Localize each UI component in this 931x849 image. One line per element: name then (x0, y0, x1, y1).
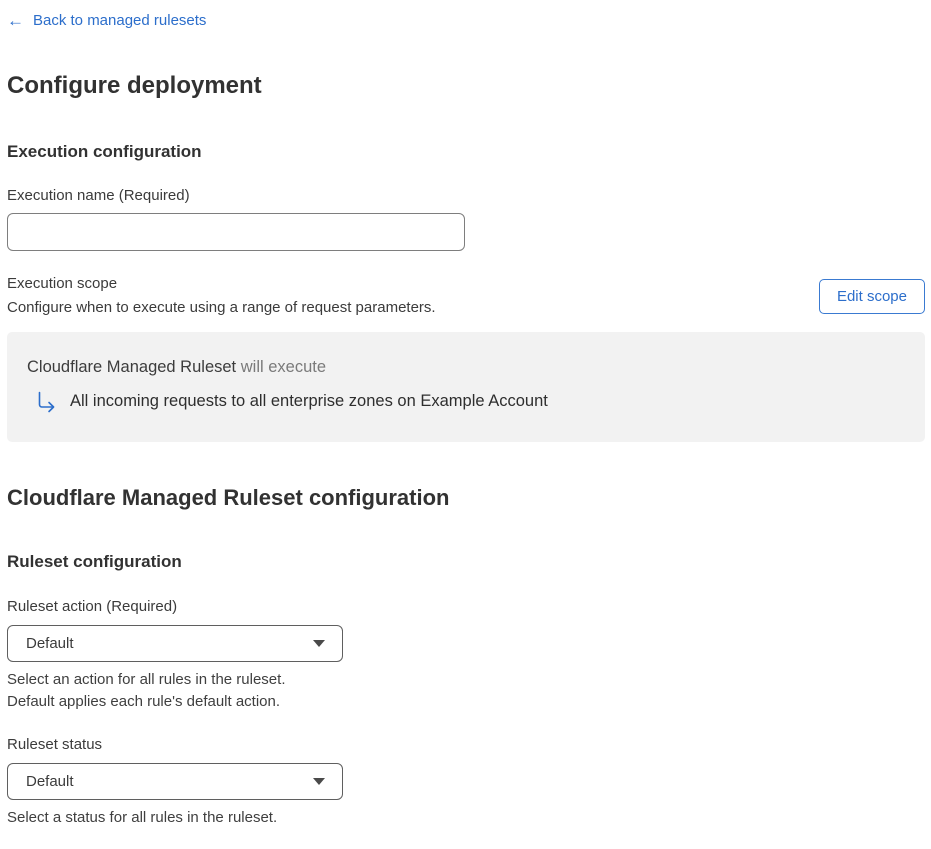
ruleset-action-label: Ruleset action (Required) (7, 597, 178, 615)
ruleset-action-help-line: Default applies each rule's default acti… (7, 692, 281, 710)
ruleset-status-help-line: Select a status for all rules in the rul… (7, 808, 278, 826)
scope-preview-detail: All incoming requests to all enterprise … (36, 391, 905, 413)
scope-preview-text: All incoming requests to all enterprise … (70, 392, 548, 411)
edit-scope-button[interactable]: Edit scope (818, 278, 925, 314)
ruleset-configuration-subheading: Ruleset configuration (7, 552, 182, 572)
execution-scope-text-block: Execution scope Configure when to execut… (7, 275, 436, 317)
back-arrow-icon: ← (7, 11, 24, 30)
ruleset-configuration-title: Cloudflare Managed Ruleset configuration (7, 484, 450, 510)
ruleset-action-selected-value: Default (26, 634, 74, 652)
ruleset-name-text: Cloudflare Managed Ruleset (27, 358, 237, 377)
scope-preview-headline: Cloudflare Managed Ruleset will execute (27, 358, 905, 378)
scope-preview-box: Cloudflare Managed Ruleset will execute … (7, 332, 925, 442)
ruleset-status-help: Select a status for all rules in the rul… (7, 807, 925, 829)
ruleset-action-help: Select an action for all rules in the ru… (7, 669, 925, 713)
ruleset-status-selected-value: Default (26, 772, 74, 790)
ruleset-status-select[interactable]: Default (7, 762, 343, 800)
ruleset-action-help-line: Select an action for all rules in the ru… (7, 670, 286, 688)
page-title: Configure deployment (7, 72, 262, 99)
execution-name-input[interactable] (7, 213, 465, 252)
back-link-label: Back to managed rulesets (33, 12, 207, 29)
execution-scope-label: Execution scope (7, 275, 118, 293)
ruleset-status-label: Ruleset status (7, 735, 103, 753)
chevron-down-icon (313, 777, 325, 785)
back-to-managed-rulesets-link[interactable]: ← Back to managed rulesets (7, 12, 206, 29)
execution-name-label: Execution name (Required) (7, 187, 190, 205)
chevron-down-icon (313, 639, 325, 647)
branch-arrow-icon (36, 391, 57, 413)
will-execute-text: will execute (240, 358, 327, 377)
configure-deployment-page: ← Back to managed rulesets Configure dep… (0, 0, 931, 849)
execution-configuration-heading: Execution configuration (7, 141, 202, 161)
execution-scope-row: Execution scope Configure when to execut… (7, 275, 925, 317)
execution-scope-description: Configure when to execute using a range … (7, 299, 436, 317)
ruleset-action-select[interactable]: Default (7, 624, 343, 662)
